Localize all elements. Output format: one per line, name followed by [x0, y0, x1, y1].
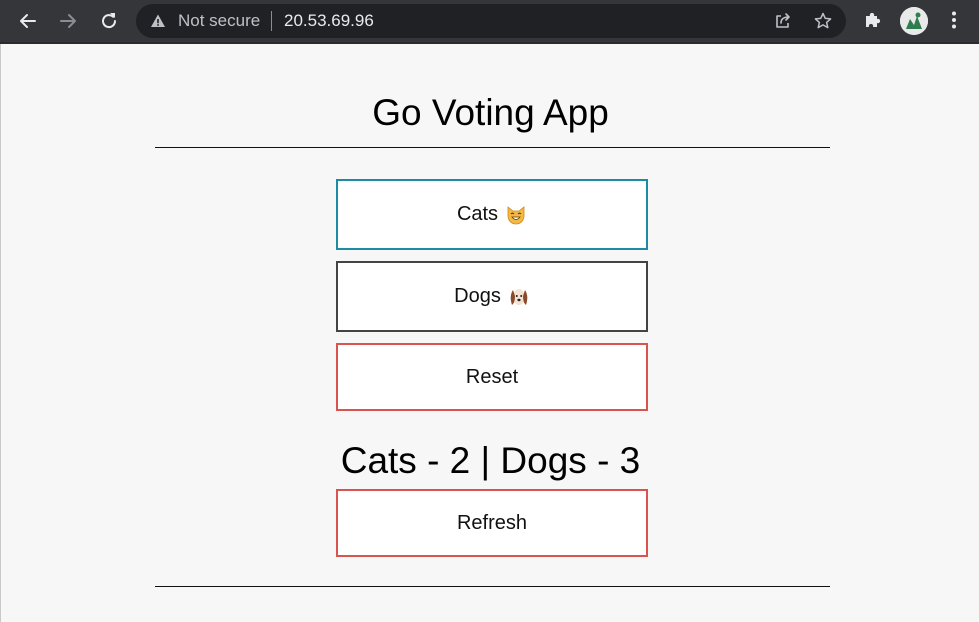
forward-button[interactable]	[53, 6, 83, 36]
reset-button-label: Reset	[465, 365, 519, 388]
extensions-puzzle-icon[interactable]	[862, 9, 884, 31]
browser-toolbar: Not secure 20.53.69.96	[0, 0, 979, 44]
url-text[interactable]: 20.53.69.96	[284, 12, 374, 30]
cats-vote-button[interactable]: Cats	[336, 179, 648, 250]
dog-face-emoji-icon	[510, 288, 528, 305]
cats-button-label: Cats	[456, 203, 499, 225]
omnibox-separator	[271, 11, 272, 31]
reload-button[interactable]	[94, 6, 124, 36]
share-icon[interactable]	[773, 11, 793, 31]
more-menu-icon[interactable]	[943, 9, 965, 31]
address-bar[interactable]: Not secure 20.53.69.96	[136, 4, 846, 38]
reload-icon	[102, 13, 117, 29]
refresh-button-label: Refresh	[456, 511, 528, 534]
top-divider	[155, 147, 830, 148]
page-content: Go Voting App Cats Dogs Reset Cats - 2 |…	[0, 44, 979, 622]
smiling-cat-emoji-icon	[507, 205, 525, 224]
bookmark-star-icon[interactable]	[813, 11, 833, 31]
dogs-vote-button[interactable]: Dogs	[336, 261, 648, 332]
profile-avatar[interactable]	[900, 7, 928, 35]
refresh-button[interactable]: Refresh	[336, 489, 648, 557]
dogs-button-label: Dogs	[454, 285, 501, 307]
avatar-image-icon	[900, 7, 928, 35]
reset-button[interactable]: Reset	[336, 343, 648, 411]
warning-icon[interactable]	[150, 13, 166, 29]
security-status[interactable]: Not secure	[178, 12, 260, 30]
bottom-divider	[155, 586, 830, 587]
back-button[interactable]	[13, 6, 43, 36]
vote-results: Cats - 2 | Dogs - 3	[340, 440, 641, 481]
back-icon	[20, 14, 36, 28]
page-title: Go Voting App	[372, 92, 609, 133]
forward-icon	[60, 14, 76, 28]
